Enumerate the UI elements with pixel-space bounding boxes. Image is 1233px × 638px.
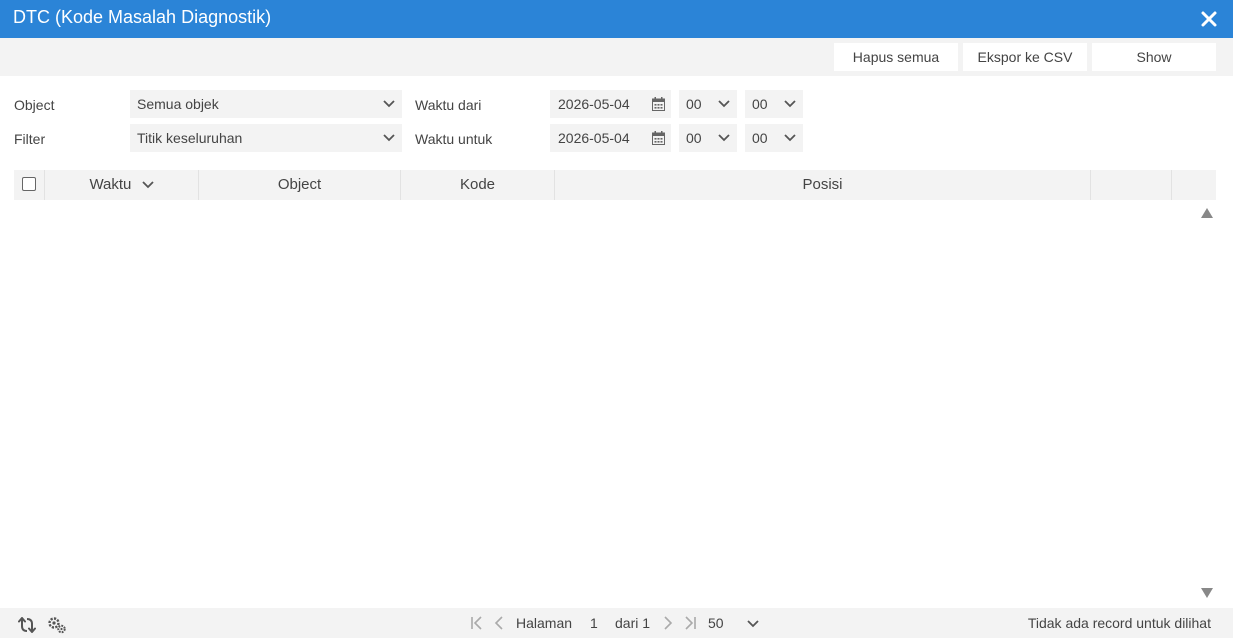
page-number-input[interactable]: 1 [590, 608, 598, 638]
time-from-date-value: 2026-05-04 [558, 96, 630, 112]
column-header-scroll-spacer [1172, 170, 1216, 200]
time-to-minute-select[interactable]: 00 [745, 124, 803, 152]
record-status: Tidak ada record untuk dilihat [1027, 615, 1211, 631]
column-header-object[interactable]: Object [199, 170, 401, 200]
sort-chevron-down-icon [141, 181, 154, 189]
export-csv-button[interactable]: Ekspor ke CSV [963, 43, 1087, 71]
time-from-label: Waktu dari [415, 97, 482, 113]
chevron-down-icon [784, 134, 796, 142]
next-page-icon[interactable] [662, 616, 674, 630]
column-header-extra [1091, 170, 1172, 200]
page-size-value: 50 [708, 615, 724, 631]
time-to-minute-value: 00 [752, 130, 768, 146]
column-header-time-label: Waktu [89, 176, 132, 193]
chevron-down-icon [784, 100, 796, 108]
grid-footer: Halaman 1 dari 1 50 Tidak ada record unt… [0, 608, 1233, 638]
page-label: Halaman [516, 615, 573, 631]
filter-label: Filter [14, 131, 46, 147]
object-select-value: Semua objek [137, 96, 219, 112]
refresh-icon[interactable] [18, 616, 36, 634]
close-icon[interactable] [1199, 9, 1219, 29]
object-label: Object [14, 97, 55, 113]
chevron-down-icon [383, 100, 395, 108]
time-to-date-input[interactable]: 2026-05-04 [550, 124, 671, 152]
select-all-cell [14, 170, 45, 200]
grid-scrollbar[interactable] [1197, 200, 1216, 606]
page-size-select[interactable]: 50 [708, 608, 764, 638]
select-all-checkbox[interactable] [22, 177, 36, 191]
grid-header: Waktu Object Kode Posisi [14, 170, 1216, 200]
toolbar: Hapus semua Ekspor ke CSV Show [0, 38, 1233, 76]
chevron-down-icon [718, 134, 730, 142]
window-title: DTC (Kode Masalah Diagnostik) [13, 7, 272, 27]
filter-select-value: Titik keseluruhan [137, 130, 243, 146]
first-page-icon[interactable] [470, 616, 484, 630]
column-header-code[interactable]: Kode [401, 170, 555, 200]
last-page-icon[interactable] [683, 616, 697, 630]
previous-page-icon[interactable] [493, 616, 505, 630]
filter-select[interactable]: Titik keseluruhan [130, 124, 402, 152]
settings-gears-icon[interactable] [47, 616, 67, 634]
chevron-down-icon [747, 620, 759, 628]
chevron-down-icon [718, 100, 730, 108]
time-from-hour-value: 00 [686, 96, 702, 112]
object-select[interactable]: Semua objek [130, 90, 402, 118]
time-from-minute-select[interactable]: 00 [745, 90, 803, 118]
time-to-date-value: 2026-05-04 [558, 130, 630, 146]
time-to-hour-value: 00 [686, 130, 702, 146]
time-from-hour-select[interactable]: 00 [679, 90, 737, 118]
column-header-position[interactable]: Posisi [555, 170, 1091, 200]
clear-all-button[interactable]: Hapus semua [834, 43, 958, 71]
time-to-label: Waktu untuk [415, 131, 493, 147]
scroll-down-icon[interactable] [1201, 588, 1213, 598]
time-from-minute-value: 00 [752, 96, 768, 112]
page-count: dari 1 [615, 615, 651, 631]
chevron-down-icon [383, 134, 395, 142]
scroll-up-icon[interactable] [1201, 208, 1213, 218]
calendar-icon[interactable] [652, 131, 665, 145]
time-to-hour-select[interactable]: 00 [679, 124, 737, 152]
time-from-date-input[interactable]: 2026-05-04 [550, 90, 671, 118]
calendar-icon[interactable] [652, 97, 665, 111]
window-titlebar: DTC (Kode Masalah Diagnostik) [0, 0, 1233, 38]
column-header-time[interactable]: Waktu [45, 170, 199, 200]
show-button[interactable]: Show [1092, 43, 1216, 71]
